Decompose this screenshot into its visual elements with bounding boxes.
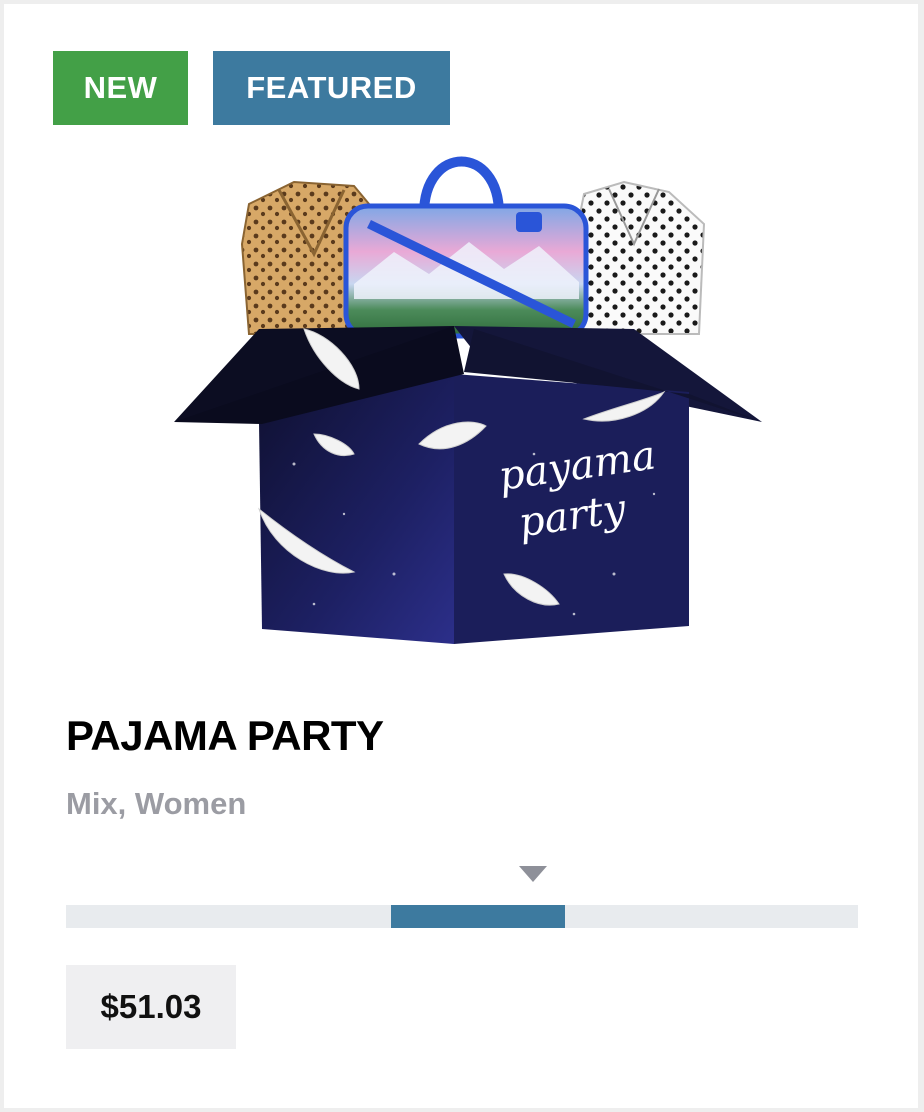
price-badge: $51.03: [66, 965, 236, 1049]
product-card[interactable]: NEW FEATURED payama party PAJAMA PARTY M…: [4, 4, 918, 1108]
featured-badge: FEATURED: [213, 51, 450, 125]
range-marker-icon: [519, 866, 548, 882]
product-title: PAJAMA PARTY: [66, 712, 384, 759]
product-image[interactable]: payama party: [154, 134, 774, 654]
new-badge: NEW: [53, 51, 188, 125]
new-badge-label: NEW: [83, 70, 158, 105]
featured-badge-label: FEATURED: [246, 70, 417, 105]
price-range-fill: [390, 905, 565, 928]
product-categories: Mix, Women: [66, 786, 247, 821]
price-value: $51.03: [100, 988, 202, 1025]
price-range-track: [66, 905, 858, 928]
